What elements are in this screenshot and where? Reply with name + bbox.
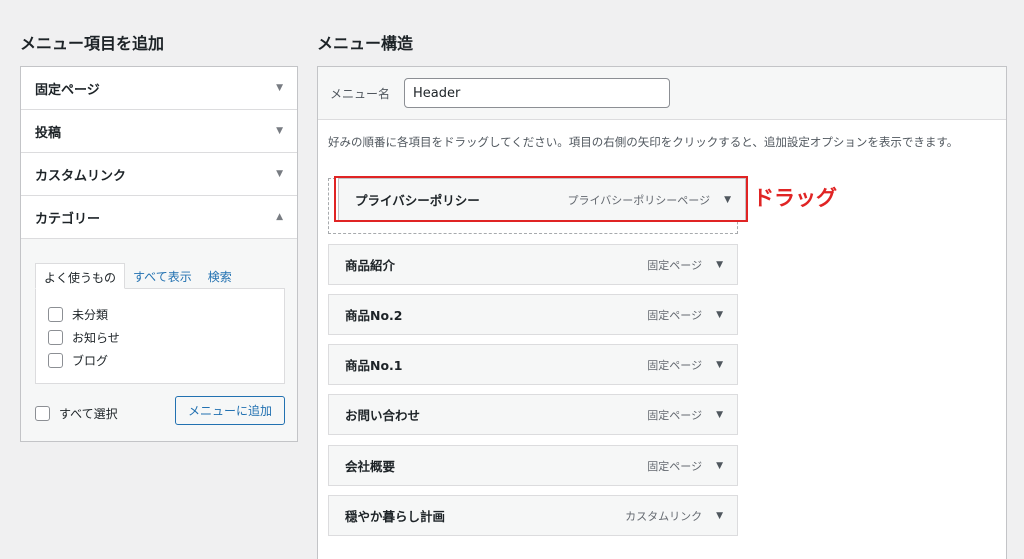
category-checkbox[interactable] — [48, 307, 63, 322]
tab-most-used[interactable]: よく使うもの — [35, 263, 126, 289]
add-menu-items-panel: 固定ページ ▼ 投稿 ▼ カスタムリンク ▼ カテゴリー ▲ よく使うもの すべ… — [20, 66, 298, 442]
section-label: 投稿 — [35, 125, 62, 141]
menu-item-title: 会社概要 — [345, 459, 396, 474]
add-to-menu-button[interactable]: メニューに追加 — [175, 396, 285, 425]
menu-item-type: 固定ページ — [647, 459, 703, 473]
menu-item-type: 固定ページ — [647, 408, 703, 422]
menu-item-type: カスタムリンク — [625, 509, 703, 523]
select-all-label: すべて選択 — [59, 407, 118, 421]
menu-item[interactable]: 商品紹介 固定ページ ▼ — [328, 244, 738, 285]
tab-search[interactable]: 検索 — [200, 263, 240, 289]
menu-item-type: 固定ページ — [647, 258, 703, 272]
section-pages[interactable]: 固定ページ ▼ — [21, 67, 297, 110]
menu-item-title: 穏やか暮らし計画 — [345, 509, 446, 524]
category-label: お知らせ — [72, 331, 120, 345]
category-label: 未分類 — [72, 308, 109, 322]
expand-arrow-icon[interactable]: ▼ — [716, 461, 723, 471]
menu-name-bar: メニュー名 Header — [318, 67, 1006, 120]
expand-arrow-icon[interactable]: ▼ — [716, 260, 723, 270]
section-label: カテゴリー — [35, 211, 101, 227]
add-menu-items-heading: メニュー項目を追加 — [20, 34, 165, 53]
list-item: お知らせ — [48, 326, 272, 349]
drag-annotation: ドラッグ — [753, 186, 837, 210]
category-label: ブログ — [72, 354, 109, 368]
menu-item[interactable]: お問い合わせ 固定ページ ▼ — [328, 394, 738, 435]
section-posts[interactable]: 投稿 ▼ — [21, 110, 297, 153]
tab-view-all[interactable]: すべて表示 — [125, 263, 200, 289]
expand-arrow-icon[interactable]: ▼ — [716, 511, 723, 521]
menu-item[interactable]: 商品No.2 固定ページ ▼ — [328, 294, 738, 335]
section-label: カスタムリンク — [35, 168, 127, 184]
menu-name-label: メニュー名 — [330, 86, 391, 101]
menu-item-title: 商品紹介 — [345, 258, 396, 273]
category-tabs: よく使うもの すべて表示 検索 — [35, 263, 240, 289]
categories-body: よく使うもの すべて表示 検索 未分類 お知らせ ブログ すべて選択 メニューに… — [21, 239, 297, 441]
menu-item-type: 固定ページ — [647, 358, 703, 372]
section-label: 固定ページ — [35, 82, 100, 98]
menu-item[interactable]: 会社概要 固定ページ ▼ — [328, 445, 738, 486]
list-item: ブログ — [48, 349, 272, 372]
caret-down-icon: ▼ — [276, 126, 283, 136]
menu-item-title: 商品No.1 — [345, 358, 403, 373]
category-checkbox[interactable] — [48, 330, 63, 345]
select-all-checkbox[interactable] — [35, 406, 50, 421]
menu-structure-heading: メニュー構造 — [317, 34, 414, 53]
drag-highlight-box — [334, 176, 748, 222]
caret-down-icon: ▼ — [276, 169, 283, 179]
section-custom-links[interactable]: カスタムリンク ▼ — [21, 153, 297, 196]
list-item: 未分類 — [48, 303, 272, 326]
expand-arrow-icon[interactable]: ▼ — [716, 410, 723, 420]
select-all: すべて選択 — [35, 405, 118, 422]
expand-arrow-icon[interactable]: ▼ — [716, 360, 723, 370]
caret-up-icon: ▲ — [276, 212, 283, 222]
section-categories[interactable]: カテゴリー ▲ — [21, 196, 297, 239]
menu-item[interactable]: 商品No.1 固定ページ ▼ — [328, 344, 738, 385]
expand-arrow-icon[interactable]: ▼ — [716, 310, 723, 320]
category-list: 未分類 お知らせ ブログ — [35, 288, 285, 384]
menu-item[interactable]: 穏やか暮らし計画 カスタムリンク ▼ — [328, 495, 738, 536]
menu-item-type: 固定ページ — [647, 308, 703, 322]
menu-item-title: 商品No.2 — [345, 308, 403, 323]
menu-name-input[interactable]: Header — [404, 78, 671, 108]
menu-item-title: お問い合わせ — [345, 408, 421, 423]
caret-down-icon: ▼ — [276, 83, 283, 93]
menu-structure-panel: メニュー名 Header 好みの順番に各項目をドラッグしてください。項目の右側の… — [317, 66, 1007, 559]
category-checkbox[interactable] — [48, 353, 63, 368]
instructions-text: 好みの順番に各項目をドラッグしてください。項目の右側の矢印をクリックすると、追加… — [328, 135, 959, 149]
